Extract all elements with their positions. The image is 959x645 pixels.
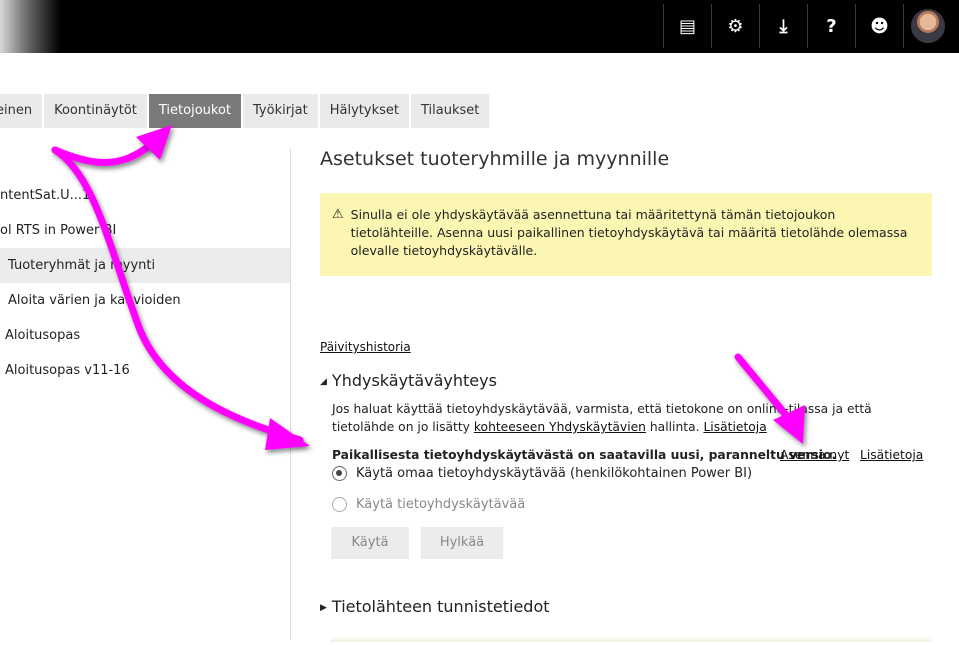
apply-button[interactable]: Käytä (331, 527, 409, 559)
credentials-heading: Tietolähteen tunnistetiedot (331, 597, 550, 616)
gateway-warning: ⚠ Sinulla ei ole yhdyskäytävää asennettu… (320, 193, 932, 276)
smiley-icon[interactable]: ☻ (855, 4, 903, 48)
header-icons: ▤ ⚙ ⤓ ? ☻ (663, 4, 951, 48)
refresh-history-label: Päivityshistoria (320, 340, 411, 354)
dataset-item-selected[interactable]: Tuoteryhmät ja myynti (0, 248, 291, 283)
radio-selected-icon[interactable] (332, 466, 347, 481)
tab-datasets[interactable]: Tietojoukot (148, 94, 241, 128)
refresh-history-link[interactable]: Päivityshistoria (320, 340, 411, 354)
avatar[interactable] (903, 4, 951, 48)
tab-bar: einen Koontinäytöt Tietojoukot Työkirjat… (0, 94, 491, 128)
learn-more-link[interactable]: Lisätietoja (703, 420, 766, 434)
avatar-image (910, 9, 945, 43)
arrowhead-tab (136, 125, 172, 160)
update-learn-more-link[interactable]: Lisätietoja (860, 448, 923, 462)
feedback-icon[interactable]: ▤ (663, 4, 711, 48)
top-bar-fade (0, 0, 60, 53)
credentials-section-header[interactable]: ▶ Tietolähteen tunnistetiedot (320, 597, 550, 616)
dataset-item[interactable]: ol RTS in Power BI (0, 213, 291, 248)
settings-panel: Asetukset tuoteryhmille ja myynnille ⚠ S… (320, 145, 932, 642)
tab-subscriptions[interactable]: Tilaukset (410, 94, 490, 128)
option-gateway-label: Käytä tietoyhdyskäytävää (356, 497, 526, 512)
sidebar-divider (290, 148, 291, 640)
annotation-arrow-tab (51, 141, 154, 166)
install-now-link[interactable]: Asenna nyt (780, 448, 849, 462)
credentials-panel-edge (330, 636, 932, 642)
tab-workbooks[interactable]: Työkirjat (243, 94, 318, 128)
gateway-section-header[interactable]: ◢ Yhdyskäytäväyhteys (320, 371, 497, 390)
dataset-item[interactable]: ntentSat.U...1 (0, 178, 291, 213)
dataset-item[interactable]: Aloita värien ja kaavioiden (0, 283, 291, 318)
option-personal-label: Käytä omaa tietoyhdyskäytävää (henkilöko… (356, 466, 753, 481)
option-data-gateway[interactable]: Käytä tietoyhdyskäytävää (332, 497, 525, 512)
top-bar: ▤ ⚙ ⤓ ? ☻ (0, 0, 959, 53)
tab-general[interactable]: einen (0, 94, 43, 128)
collapse-triangle-icon: ◢ (320, 377, 327, 387)
dataset-item[interactable]: Aloitusopas v11-16 (0, 353, 291, 388)
page-title: Asetukset tuoteryhmille ja myynnille (320, 148, 670, 170)
warning-icon: ⚠ (332, 207, 344, 222)
tab-alerts[interactable]: Hälytykset (319, 94, 409, 128)
help-icon[interactable]: ? (807, 4, 855, 48)
option-personal-gateway[interactable]: Käytä omaa tietoyhdyskäytävää (henkilöko… (332, 466, 752, 481)
expand-triangle-icon: ▶ (320, 603, 327, 613)
discard-button[interactable]: Hylkää (421, 527, 503, 559)
radio-unselected-icon[interactable] (332, 497, 347, 512)
gateway-description: Jos haluat käyttää tietoyhdyskäytävää, v… (332, 400, 932, 436)
gear-icon[interactable]: ⚙ (711, 4, 759, 48)
gateway-management-link[interactable]: kohteeseen Yhdyskäytävien (474, 420, 646, 434)
dataset-list: ntentSat.U...1 ol RTS in Power BI Tuoter… (0, 178, 291, 388)
dataset-item[interactable]: Aloitusopas (0, 318, 291, 353)
gateway-heading: Yhdyskäytäväyhteys (331, 371, 497, 390)
warning-text: Sinulla ei ole yhdyskäytävää asennettuna… (350, 207, 908, 258)
desc-text: hallinta. (645, 420, 704, 434)
update-notice: Paikallisesta tietoyhdyskäytävästä on sa… (332, 448, 932, 462)
update-notice-text: Paikallisesta tietoyhdyskäytävästä on sa… (332, 448, 837, 462)
download-icon[interactable]: ⤓ (759, 4, 807, 48)
arrowhead-gateway (265, 418, 310, 450)
tab-dashboards[interactable]: Koontinäytöt (44, 94, 147, 128)
